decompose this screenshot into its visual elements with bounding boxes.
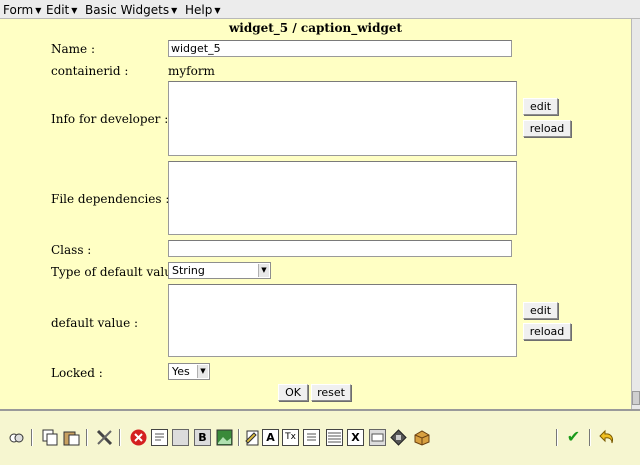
package-icon[interactable]	[413, 429, 430, 446]
reset-button[interactable]: reset	[311, 384, 351, 401]
menu-basic-widgets[interactable]: Basic Widgets ▼	[85, 3, 177, 17]
default-value-label: default value :	[51, 316, 139, 330]
chevron-down-icon: ▼	[171, 6, 178, 15]
undo-icon[interactable]	[599, 429, 616, 446]
ok-button[interactable]: OK	[278, 384, 308, 401]
paste-icon[interactable]	[63, 429, 80, 446]
page-title: widget_5 / caption_widget	[228, 21, 403, 35]
chevron-down-icon: ▼	[71, 6, 78, 15]
menu-edit[interactable]: Edit ▼	[46, 3, 77, 17]
name-label: Name :	[51, 42, 95, 56]
default-value-edit-button[interactable]: edit	[523, 302, 558, 319]
toolbar-separator	[589, 429, 591, 446]
toolbar-separator	[31, 429, 33, 446]
default-value-textarea[interactable]	[168, 284, 517, 357]
menu-basic-widgets-label: Basic Widgets	[85, 3, 170, 17]
list-icon[interactable]	[303, 429, 320, 446]
bold-icon[interactable]: B	[194, 429, 211, 446]
locked-selected: Yes	[172, 365, 190, 378]
default-type-select[interactable]: String ▼	[168, 262, 271, 279]
class-label: Class :	[51, 243, 92, 257]
file-dependencies-textarea[interactable]	[168, 161, 517, 235]
default-type-selected: String	[172, 264, 205, 277]
menu-help[interactable]: Help ▼	[185, 3, 221, 17]
toolbar-separator	[86, 429, 88, 446]
locked-label: Locked :	[51, 366, 103, 380]
copy-icon[interactable]	[42, 429, 59, 446]
menu-form[interactable]: Form ▼	[3, 3, 41, 17]
undo-redo-icon[interactable]	[8, 429, 25, 446]
containerid-label: containerid :	[51, 64, 129, 78]
name-input[interactable]: widget_5	[168, 40, 512, 57]
scrollbar-thumb[interactable]	[632, 391, 640, 405]
info-reload-button[interactable]: reload	[523, 120, 571, 137]
info-edit-button[interactable]: edit	[523, 98, 558, 115]
image-icon[interactable]	[216, 429, 233, 446]
diskette-icon[interactable]	[390, 429, 407, 446]
tools-icon[interactable]	[96, 429, 113, 446]
menu-edit-label: Edit	[46, 3, 70, 17]
menu-form-label: Form	[3, 3, 34, 17]
class-input[interactable]	[168, 240, 512, 257]
file-dependencies-label: File dependencies :	[51, 192, 170, 206]
default-type-label: Type of default value :	[51, 265, 187, 279]
delete-icon[interactable]	[130, 429, 147, 446]
bottom-toolbar: B A Tx X ✔	[0, 409, 640, 465]
chevron-down-icon: ▼	[197, 365, 208, 378]
info-for-developer-textarea[interactable]	[168, 81, 517, 156]
locked-select[interactable]: Yes ▼	[168, 363, 210, 380]
chevron-down-icon: ▼	[258, 264, 269, 277]
info-for-developer-label: Info for developer :	[51, 112, 169, 126]
blank-icon[interactable]	[172, 429, 189, 446]
checkbox-icon[interactable]: X	[347, 429, 364, 446]
text-icon[interactable]	[151, 429, 168, 446]
containerid-value: myform	[168, 64, 215, 78]
text-field-icon[interactable]: Tx	[282, 429, 299, 446]
toolbar-separator	[119, 429, 121, 446]
edit-page-icon[interactable]	[244, 429, 261, 446]
toolbar-separator	[556, 429, 558, 446]
caption-icon[interactable]: A	[262, 429, 279, 446]
toolbar-separator	[238, 429, 240, 446]
default-value-reload-button[interactable]: reload	[523, 323, 571, 340]
menu-bar: Form ▼ Edit ▼ Basic Widgets ▼ Help ▼	[0, 0, 640, 19]
apply-check-icon[interactable]: ✔	[565, 429, 582, 446]
menu-help-label: Help	[185, 3, 213, 17]
table-icon[interactable]	[326, 429, 343, 446]
combo-icon[interactable]	[369, 429, 386, 446]
chevron-down-icon: ▼	[35, 6, 42, 15]
vertical-scrollbar[interactable]	[631, 19, 640, 409]
chevron-down-icon: ▼	[214, 6, 221, 15]
